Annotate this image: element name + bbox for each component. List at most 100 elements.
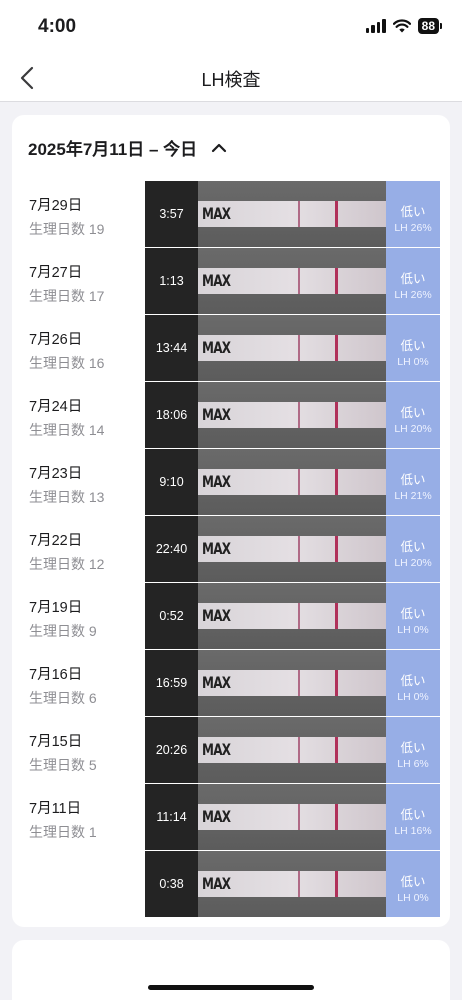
result-badge: 低い LH 21% — [386, 449, 440, 515]
strip-photo: MAX — [198, 449, 439, 515]
result-lh-percent: LH 26% — [394, 222, 432, 234]
strip-photo: MAX — [198, 717, 439, 783]
result-level: 低い — [400, 741, 426, 755]
strip-photo: MAX — [198, 516, 439, 582]
test-strip-image[interactable]: 16:59 MAX 低い LH 0% — [145, 650, 440, 716]
test-line — [298, 804, 300, 830]
test-time: 20:26 — [155, 743, 188, 757]
status-bar: 4:00 88 — [0, 0, 462, 54]
test-entry-list: 7月29日 生理日数 19 3:57 MAX 低い LH 26% 7月27日 生… — [12, 181, 450, 918]
strip-brand: MAX — [202, 472, 231, 491]
strip-brand: MAX — [202, 271, 231, 290]
result-lh-percent: LH 20% — [394, 557, 432, 569]
test-strip-image[interactable]: 18:06 MAX 低い LH 20% — [145, 382, 440, 448]
cellular-signal-icon — [365, 19, 386, 33]
result-lh-percent: LH 26% — [394, 289, 432, 301]
test-strip-image[interactable]: 22:40 MAX 低い LH 20% — [145, 516, 440, 582]
control-line — [335, 469, 338, 495]
test-time: 22:40 — [155, 542, 188, 556]
test-strip: MAX — [198, 402, 386, 428]
test-time: 3:57 — [159, 207, 184, 221]
test-time: 0:38 — [159, 877, 184, 891]
test-time: 13:44 — [155, 341, 188, 355]
lh-test-history-card: 2025年7月11日 – 今日 7月29日 生理日数 19 3:57 MAX 低… — [12, 115, 450, 927]
control-line — [335, 871, 338, 897]
next-card — [12, 940, 450, 1000]
strip-brand: MAX — [202, 874, 231, 893]
strip-brand: MAX — [202, 338, 231, 357]
strip-photo: MAX — [198, 315, 439, 381]
strip-brand: MAX — [202, 740, 231, 759]
result-lh-percent: LH 6% — [397, 758, 429, 770]
test-strip-image[interactable]: 9:10 MAX 低い LH 21% — [145, 449, 440, 515]
test-strip-image[interactable]: 0:52 MAX 低い LH 0% — [145, 583, 440, 649]
result-badge: 低い LH 6% — [386, 717, 440, 783]
test-entry-row: 7月16日 生理日数 6 16:59 MAX 低い LH 0% — [12, 650, 450, 717]
test-strip-image[interactable]: 20:26 MAX 低い LH 6% — [145, 717, 440, 783]
strip-photo: MAX — [198, 181, 439, 247]
test-entry-row: 7月15日 生理日数 5 20:26 MAX 低い LH 6% — [12, 717, 450, 784]
strip-photo: MAX — [198, 851, 439, 917]
test-time: 18:06 — [155, 408, 188, 422]
result-level: 低い — [400, 808, 426, 822]
test-strip-image[interactable]: 11:14 MAX 低い LH 16% — [145, 784, 440, 850]
test-entry-row: 7月24日 生理日数 14 18:06 MAX 低い LH 20% — [12, 382, 450, 449]
test-entry-row: 0:38 MAX 低い LH 0% — [12, 851, 450, 918]
result-lh-percent: LH 0% — [397, 356, 429, 368]
test-strip: MAX — [198, 670, 386, 696]
date-range-toggle[interactable]: 2025年7月11日 – 今日 — [28, 135, 227, 160]
test-strip: MAX — [198, 469, 386, 495]
test-line — [298, 871, 300, 897]
entry-cycle-day: 生理日数 16 — [29, 355, 105, 371]
test-strip-image[interactable]: 1:13 MAX 低い LH 26% — [145, 248, 440, 314]
strip-brand: MAX — [202, 606, 231, 625]
entry-cycle-day: 生理日数 1 — [29, 824, 97, 840]
test-strip-image[interactable]: 3:57 MAX 低い LH 26% — [145, 181, 440, 247]
test-time: 11:14 — [156, 810, 187, 824]
test-strip: MAX — [198, 536, 386, 562]
entry-date: 7月27日 — [29, 265, 83, 281]
test-line — [298, 603, 300, 629]
test-strip: MAX — [198, 335, 386, 361]
result-level: 低い — [400, 406, 426, 420]
control-line — [335, 335, 338, 361]
result-level: 低い — [400, 674, 426, 688]
strip-photo: MAX — [198, 248, 439, 314]
test-line — [298, 536, 300, 562]
control-line — [335, 201, 338, 227]
result-level: 低い — [400, 339, 426, 353]
result-badge: 低い LH 20% — [386, 382, 440, 448]
entry-date: 7月29日 — [29, 198, 83, 214]
test-entry-row: 7月19日 生理日数 9 0:52 MAX 低い LH 0% — [12, 583, 450, 650]
battery-level: 88 — [417, 18, 439, 34]
test-strip: MAX — [198, 871, 386, 897]
entry-date: 7月23日 — [29, 466, 83, 482]
test-strip: MAX — [198, 804, 386, 830]
entry-cycle-day: 生理日数 17 — [29, 288, 105, 304]
test-strip-image[interactable]: 0:38 MAX 低い LH 0% — [145, 851, 440, 917]
result-badge: 低い LH 16% — [386, 784, 440, 850]
result-badge: 低い LH 26% — [386, 248, 440, 314]
test-strip: MAX — [198, 201, 386, 227]
test-line — [298, 268, 300, 294]
chevron-up-icon — [212, 143, 227, 152]
entry-date: 7月11日 — [29, 801, 82, 817]
result-lh-percent: LH 20% — [394, 423, 432, 435]
strip-photo: MAX — [198, 650, 439, 716]
home-indicator — [148, 985, 314, 990]
test-strip-image[interactable]: 13:44 MAX 低い LH 0% — [145, 315, 440, 381]
test-strip: MAX — [198, 603, 386, 629]
result-badge: 低い LH 20% — [386, 516, 440, 582]
entry-date: 7月15日 — [29, 734, 83, 750]
result-level: 低い — [400, 205, 426, 219]
test-entry-row: 7月11日 生理日数 1 11:14 MAX 低い LH 16% — [12, 784, 450, 851]
result-lh-percent: LH 16% — [394, 825, 432, 837]
result-level: 低い — [400, 272, 426, 286]
test-strip: MAX — [198, 737, 386, 763]
control-line — [335, 737, 338, 763]
test-entry-row: 7月26日 生理日数 16 13:44 MAX 低い LH 0% — [12, 315, 450, 382]
control-line — [335, 804, 338, 830]
result-lh-percent: LH 0% — [397, 691, 429, 703]
entry-cycle-day: 生理日数 9 — [29, 623, 97, 639]
control-line — [335, 268, 338, 294]
